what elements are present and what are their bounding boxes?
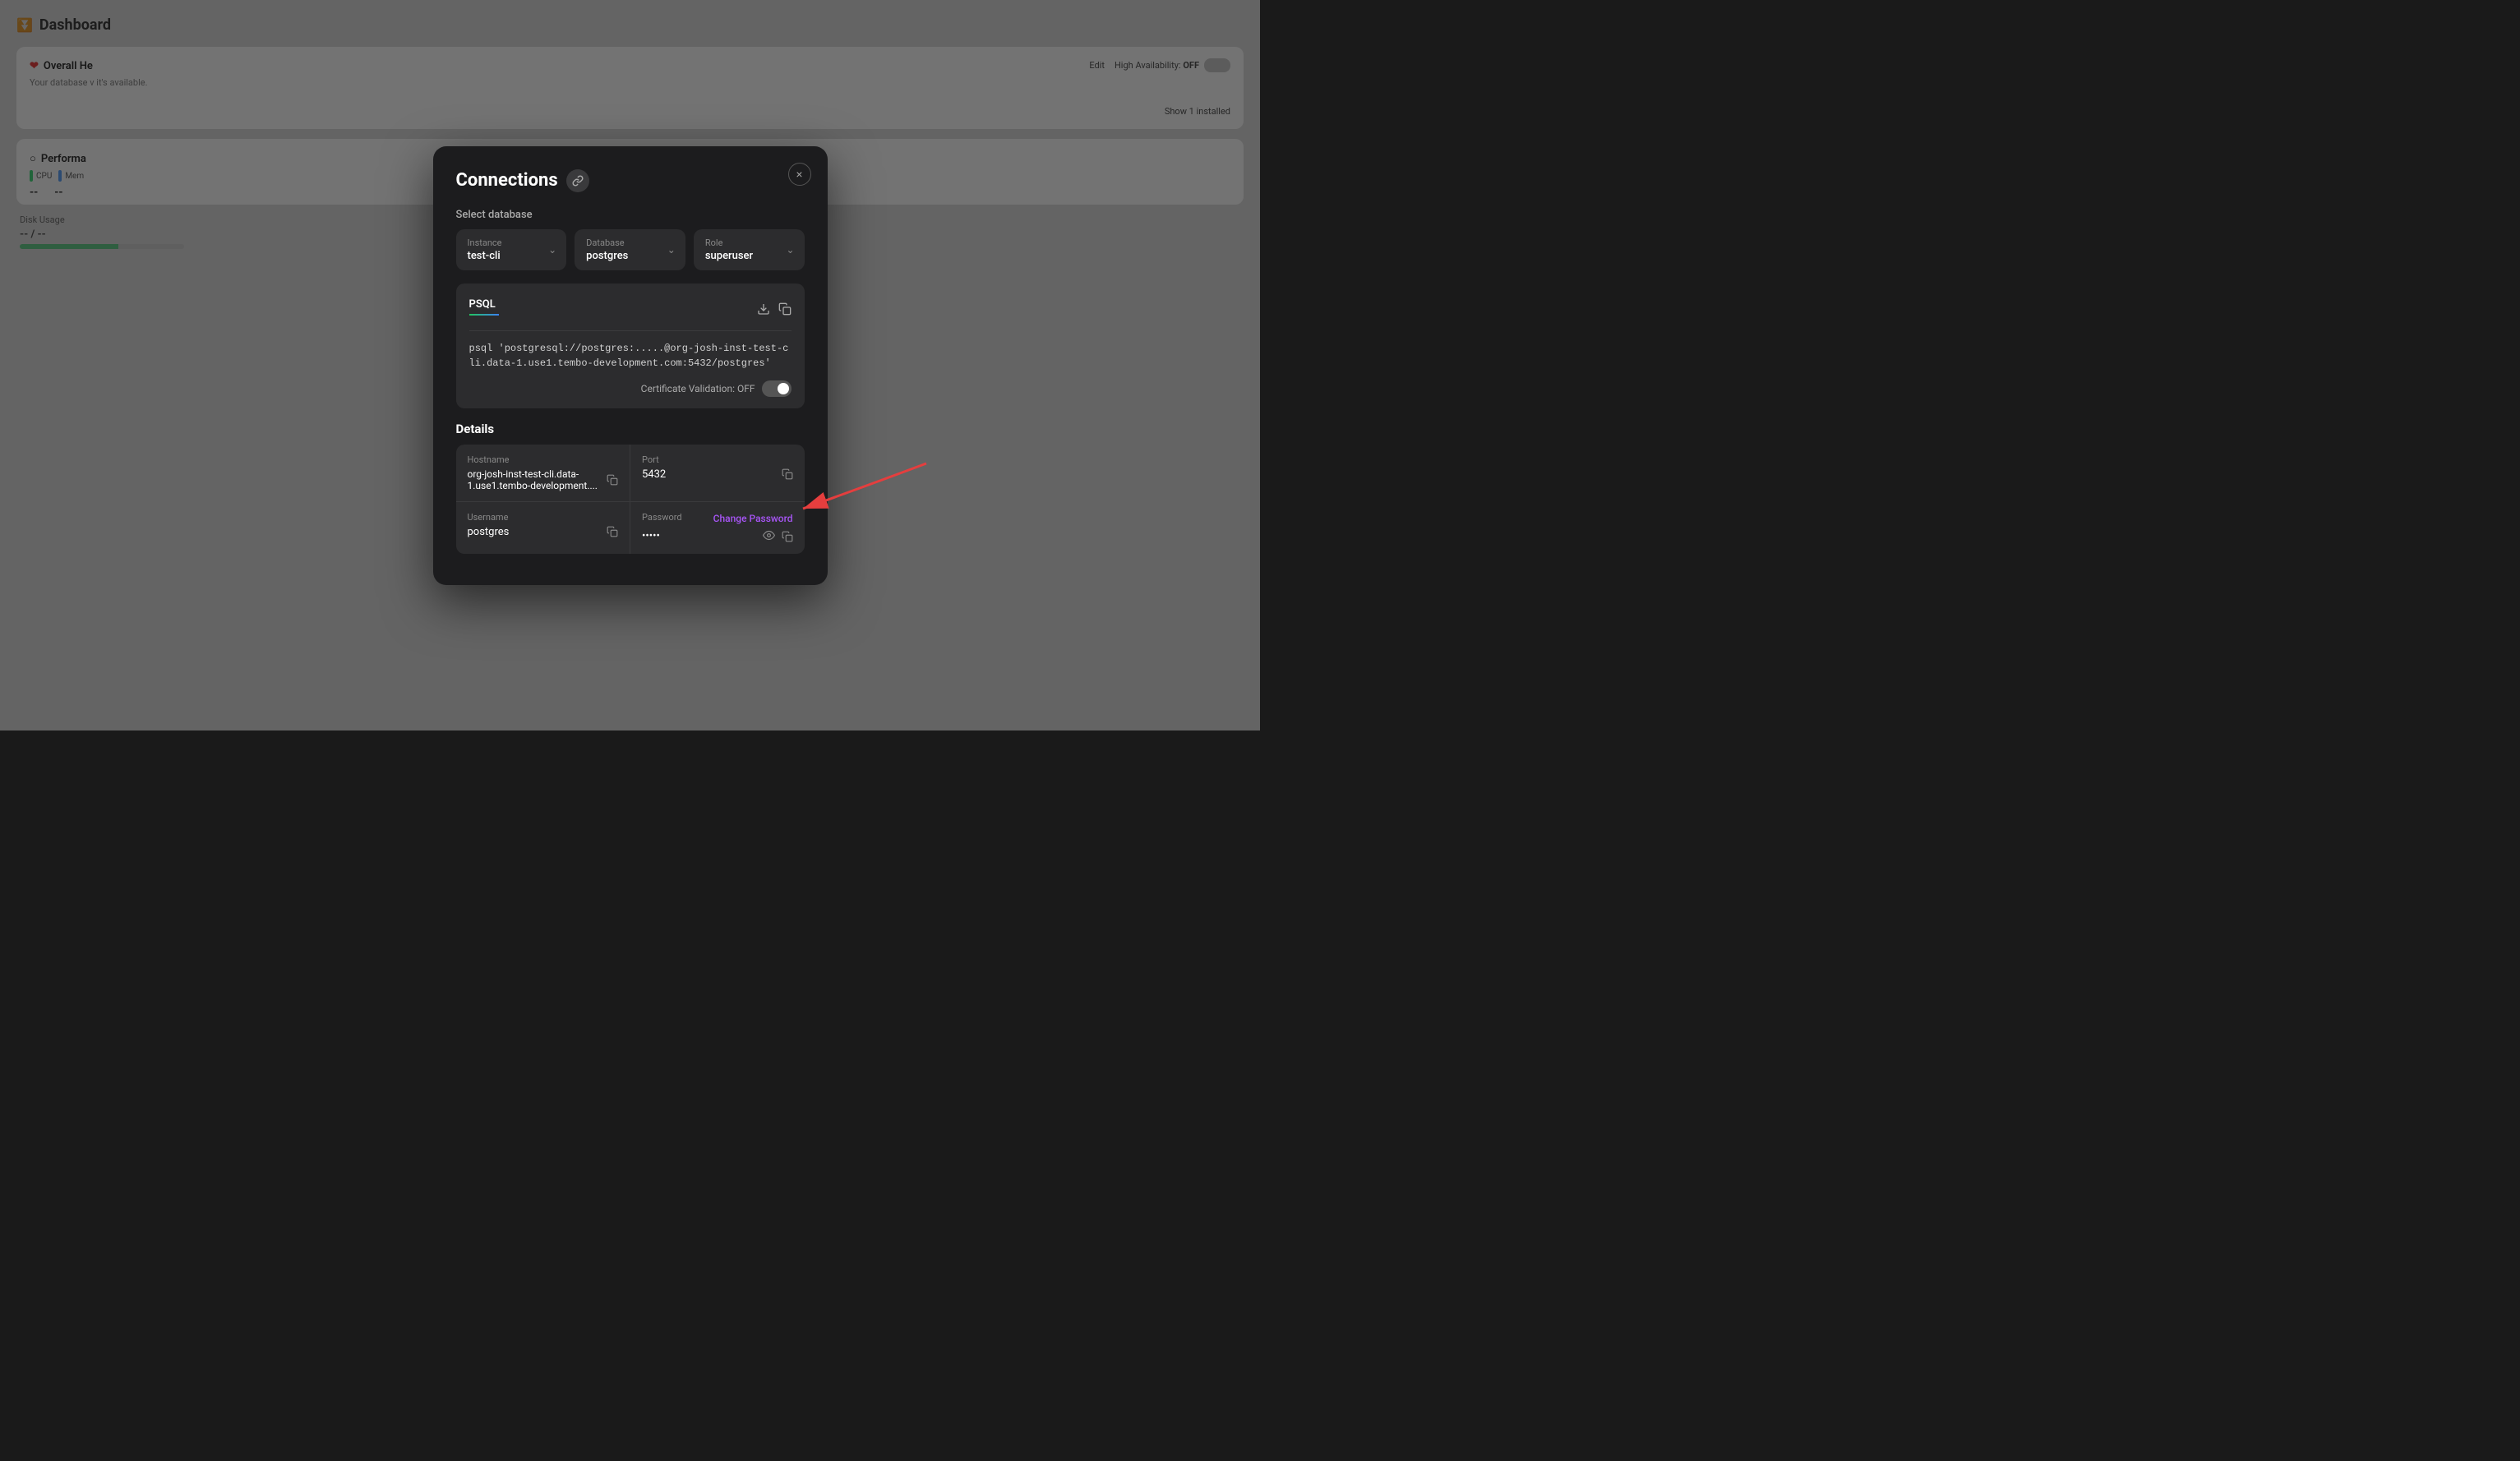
modal-title: Connections (456, 170, 558, 191)
database-label: Database (586, 237, 674, 248)
psql-tabs: PSQL (469, 295, 792, 324)
modal-overlay: Connections × Select database Instance t… (0, 0, 1260, 730)
port-value: 5432 (642, 468, 666, 481)
hostname-port-row: Hostname org-josh-inst-test-cli.data-1.u… (456, 445, 805, 502)
password-icons (763, 529, 793, 544)
details-label: Details (456, 422, 805, 436)
close-button[interactable]: × (788, 163, 811, 186)
copy-username-button[interactable] (607, 526, 618, 537)
password-value: ••••• (642, 530, 660, 542)
password-cell: Password Change Password ••••• (630, 502, 805, 554)
instance-value: test-cli (468, 250, 556, 262)
port-label: Port (642, 454, 793, 465)
role-value: superuser (705, 250, 793, 262)
instance-select[interactable]: Instance test-cli ⌄ (456, 229, 567, 270)
role-label: Role (705, 237, 793, 248)
database-chevron-icon: ⌄ (667, 244, 676, 256)
role-select[interactable]: Role superuser ⌄ (694, 229, 805, 270)
cert-validation-label: Certificate Validation: OFF (641, 383, 755, 394)
username-value-row: postgres (468, 526, 619, 538)
chain-icon (566, 169, 589, 192)
cert-validation-row: Certificate Validation: OFF (469, 380, 792, 397)
database-select[interactable]: Database postgres ⌄ (575, 229, 685, 270)
copy-hostname-button[interactable] (607, 474, 618, 486)
copy-password-button[interactable] (782, 531, 793, 542)
selects-row: Instance test-cli ⌄ Database postgres ⌄ … (456, 229, 805, 270)
psql-divider (469, 330, 792, 331)
instance-label: Instance (468, 237, 556, 248)
connections-modal: Connections × Select database Instance t… (433, 146, 828, 585)
username-password-row: Username postgres Password (456, 502, 805, 554)
change-password-link[interactable]: Change Password (713, 513, 793, 524)
copy-command-button[interactable] (778, 302, 792, 316)
port-value-row: 5432 (642, 468, 793, 481)
database-value: postgres (586, 250, 674, 262)
hostname-value-row: org-josh-inst-test-cli.data-1.use1.tembo… (468, 468, 619, 491)
hostname-label: Hostname (468, 454, 619, 465)
port-cell: Port 5432 (630, 445, 805, 501)
psql-section: PSQL (456, 283, 805, 408)
hostname-cell: Hostname org-josh-inst-test-cli.data-1.u… (456, 445, 631, 501)
psql-action-icons (757, 302, 792, 316)
psql-command: psql 'postgresql://postgres:.....@org-jo… (469, 341, 792, 371)
select-database-label: Select database (456, 209, 805, 221)
hostname-value: org-josh-inst-test-cli.data-1.use1.tembo… (468, 468, 607, 491)
details-grid: Hostname org-josh-inst-test-cli.data-1.u… (456, 445, 805, 554)
toggle-password-button[interactable] (763, 529, 775, 544)
cert-validation-toggle[interactable] (762, 380, 792, 397)
username-value: postgres (468, 526, 510, 538)
download-button[interactable] (757, 302, 770, 316)
role-chevron-icon: ⌄ (786, 244, 794, 256)
username-label: Username (468, 512, 619, 523)
psql-tab-underline (469, 314, 499, 316)
modal-header: Connections (456, 169, 805, 192)
instance-chevron-icon: ⌄ (548, 244, 556, 256)
username-cell: Username postgres (456, 502, 631, 554)
copy-port-button[interactable] (782, 468, 793, 480)
password-value-row: ••••• (642, 529, 793, 544)
password-label: Password (642, 512, 682, 523)
psql-tab[interactable]: PSQL (469, 295, 499, 324)
